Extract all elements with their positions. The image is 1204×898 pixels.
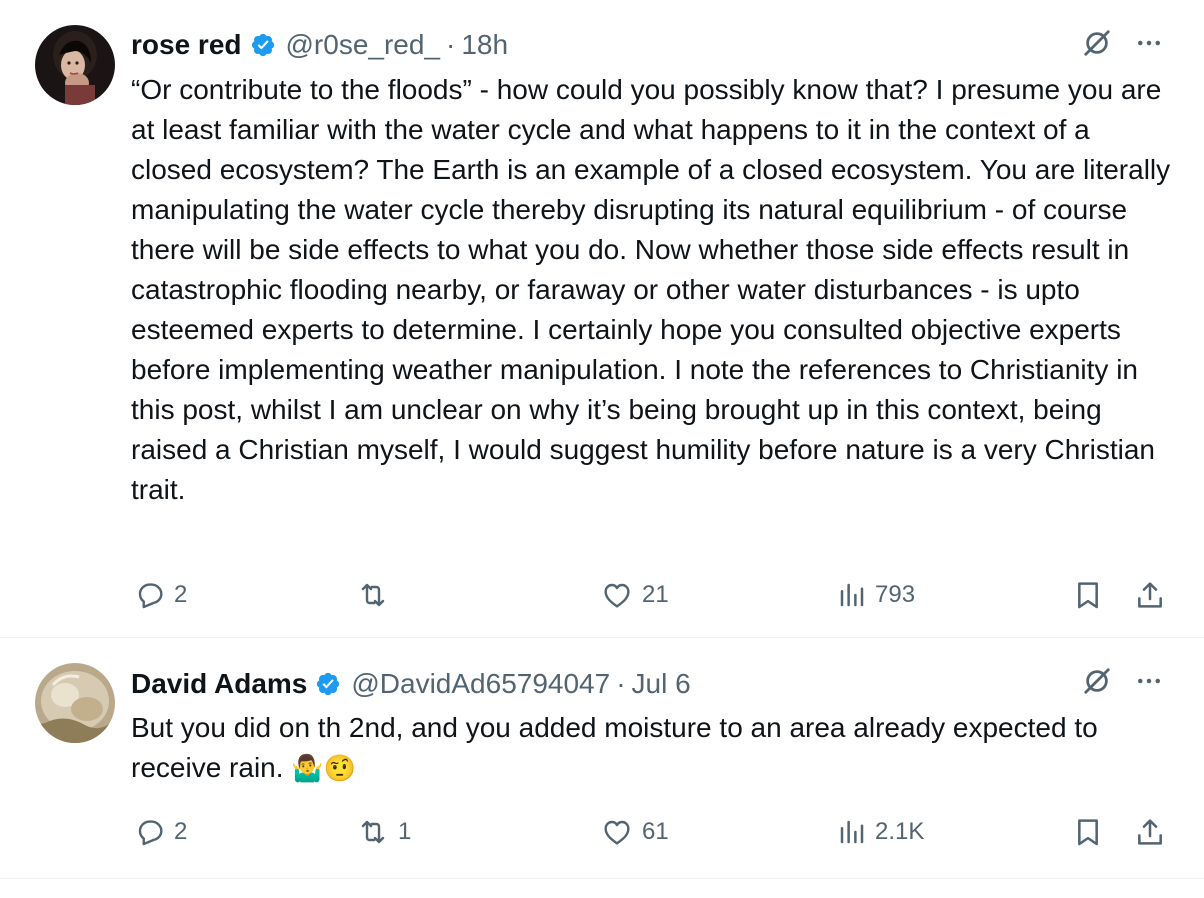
views-count: 793 [875,581,916,608]
views-icon [840,583,864,607]
views-button[interactable]: 793 [837,575,915,615]
reply-button[interactable]: 2 [134,812,187,852]
bookmark-icon [1078,819,1098,846]
author-handle[interactable]: @r0se_red_ [286,29,441,61]
verified-badge-icon [250,32,276,58]
views-icon [840,820,864,844]
reply-icon [138,583,163,609]
reply-count: 2 [174,581,188,608]
tweet-text: But you did on th 2nd, and you added moi… [131,708,1176,788]
tweet-text-content: But you did on th 2nd, and you added moi… [131,712,1098,783]
tweet-actions: 2 21 793 [131,575,1171,615]
tweet-header: David Adams @DavidAd65794047 · Jul 6 [131,664,1104,704]
repost-button[interactable]: 1 [356,812,411,852]
reply-icon [138,820,163,846]
like-icon [604,820,630,845]
like-count: 21 [642,581,669,608]
author-handle[interactable]: @DavidAd65794047 [351,668,610,700]
share-icon [1138,582,1162,608]
avatar[interactable] [35,663,115,743]
grok-icon[interactable] [1082,28,1112,58]
tweet[interactable]: David Adams @DavidAd65794047 · Jul 6 But [0,639,1204,879]
reply-button[interactable]: 2 [134,575,187,615]
tweet-actions: 2 1 61 2.1K [131,812,1171,852]
timestamp[interactable]: 18h [461,29,508,61]
share-button[interactable] [1134,812,1166,852]
tweet-top-actions [1082,28,1164,58]
views-count: 2.1K [875,818,925,845]
like-button[interactable]: 21 [600,575,669,615]
bookmark-button[interactable] [1072,812,1104,852]
author-name[interactable]: rose red [131,29,242,61]
bookmark-button[interactable] [1072,575,1104,615]
avatar-photo [35,663,115,743]
separator-dot: · [446,29,456,60]
grok-icon[interactable] [1082,666,1112,696]
timestamp[interactable]: Jul 6 [632,668,691,700]
verified-badge-icon [315,671,341,697]
like-button[interactable]: 61 [600,812,669,852]
like-icon [604,583,630,608]
bookmark-icon [1078,582,1098,609]
repost-icon [361,583,385,607]
tweet[interactable]: rose red @r0se_red_ · 18h “Or contribute [0,0,1204,638]
avatar[interactable] [35,25,115,105]
author-name[interactable]: David Adams [131,668,307,700]
reply-count: 2 [174,818,188,845]
repost-count: 1 [398,818,412,845]
share-button[interactable] [1134,575,1166,615]
repost-button[interactable] [356,575,398,615]
views-button[interactable]: 2.1K [837,812,924,852]
more-icon[interactable] [1134,666,1164,696]
avatar-photo [35,25,115,105]
more-icon[interactable] [1134,28,1164,58]
separator-dot: · [616,668,626,699]
repost-icon [361,820,385,844]
like-count: 61 [642,818,669,845]
tweet-top-actions [1082,666,1164,696]
share-icon [1138,819,1162,845]
tweet-emojis: 🤷‍♂️🤨 [291,753,357,783]
tweet-text: “Or contribute to the floods” - how coul… [131,74,1171,505]
tweet-header: rose red @r0se_red_ · 18h [131,25,1104,65]
